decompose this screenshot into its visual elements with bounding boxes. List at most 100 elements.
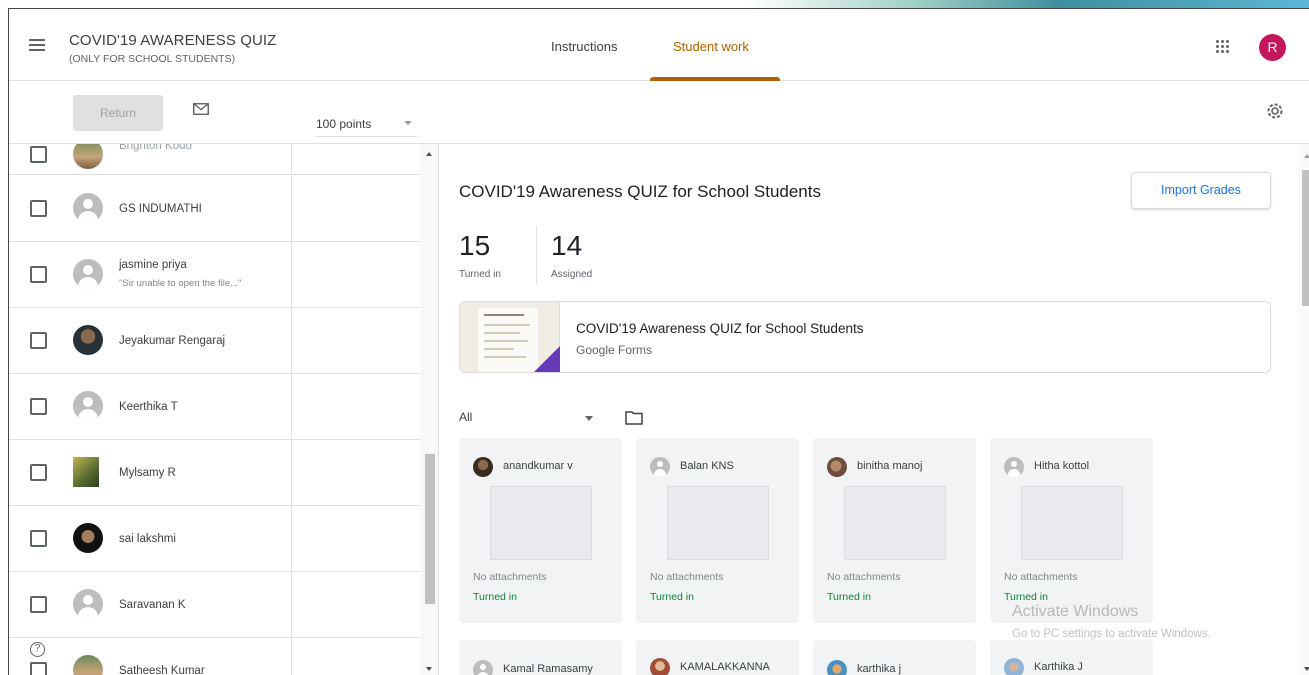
desktop-background-strip bbox=[749, 0, 1309, 8]
submission-thumbnail bbox=[490, 486, 592, 560]
column-divider bbox=[291, 572, 292, 637]
attachment-note: No attachments bbox=[473, 571, 547, 583]
student-checkbox[interactable] bbox=[30, 146, 47, 163]
student-name[interactable]: Brighton Kodo bbox=[119, 144, 192, 152]
scroll-down-icon[interactable] bbox=[426, 667, 432, 671]
classroom-window: COVID'19 AWARENESS QUIZ (ONLY FOR SCHOOL… bbox=[8, 8, 1309, 675]
list-item[interactable]: Mylsamy R bbox=[9, 440, 421, 506]
scroll-down-icon[interactable] bbox=[1304, 667, 1309, 671]
card-student-name: anandkumar v bbox=[503, 460, 573, 472]
submission-thumbnail bbox=[667, 486, 769, 560]
help-icon[interactable]: ? bbox=[30, 642, 45, 657]
avatar bbox=[473, 660, 493, 675]
avatar bbox=[73, 589, 103, 619]
apps-grid-icon[interactable] bbox=[1216, 40, 1230, 54]
status-badge: Turned in bbox=[827, 591, 871, 603]
submission-filter[interactable]: All bbox=[459, 410, 472, 424]
turned-in-label: Turned in bbox=[459, 269, 501, 280]
import-grades-button[interactable]: Import Grades bbox=[1131, 172, 1271, 209]
student-name[interactable]: Jeyakumar Rengaraj bbox=[119, 335, 225, 347]
student-checkbox[interactable] bbox=[30, 464, 47, 481]
points-select-underline bbox=[316, 136, 417, 137]
student-checkbox[interactable] bbox=[30, 332, 47, 349]
class-title: COVID'19 AWARENESS QUIZ bbox=[69, 32, 277, 49]
avatar bbox=[473, 457, 493, 477]
column-divider bbox=[291, 308, 292, 373]
account-avatar[interactable]: R bbox=[1259, 34, 1286, 61]
list-item[interactable]: Keerthika T bbox=[9, 374, 421, 440]
student-checkbox[interactable] bbox=[30, 398, 47, 415]
submission-card[interactable]: karthika j bbox=[813, 640, 976, 675]
student-name[interactable]: Mylsamy R bbox=[119, 467, 176, 479]
avatar bbox=[827, 660, 847, 675]
attachment-type: Google Forms bbox=[576, 343, 653, 357]
return-button[interactable]: Return bbox=[73, 95, 163, 131]
tab-instructions[interactable]: Instructions bbox=[551, 39, 617, 54]
column-divider bbox=[291, 440, 292, 505]
list-item[interactable]: Satheesh Kumar bbox=[9, 638, 421, 675]
attachment-note: No attachments bbox=[827, 571, 901, 583]
list-item[interactable]: Saravanan K bbox=[9, 572, 421, 638]
screen: COVID'19 AWARENESS QUIZ (ONLY FOR SCHOOL… bbox=[0, 0, 1309, 675]
submission-card[interactable]: Kamal Ramasamy bbox=[459, 640, 622, 675]
scroll-up-icon[interactable] bbox=[426, 152, 432, 156]
student-checkbox[interactable] bbox=[30, 200, 47, 217]
student-name[interactable]: Satheesh Kumar bbox=[119, 665, 205, 675]
dropdown-arrow-icon[interactable] bbox=[404, 121, 412, 125]
attachment-note: No attachments bbox=[1004, 571, 1078, 583]
submission-card[interactable]: Hitha kottol No attachments Turned in bbox=[990, 438, 1153, 623]
hamburger-menu-icon[interactable] bbox=[29, 39, 45, 51]
activate-windows-watermark-title: Activate Windows bbox=[1012, 603, 1139, 620]
folder-icon[interactable] bbox=[625, 410, 643, 425]
student-checkbox[interactable] bbox=[30, 266, 47, 283]
student-checkbox[interactable] bbox=[30, 662, 47, 675]
student-name[interactable]: sai lakshmi bbox=[119, 533, 176, 545]
scrollbar-thumb[interactable] bbox=[425, 454, 435, 604]
student-name[interactable]: jasmine priya bbox=[119, 259, 187, 271]
column-divider bbox=[291, 374, 292, 439]
card-student-name: binitha manoj bbox=[857, 460, 923, 472]
card-student-name: KAMALAKKANNA bbox=[680, 661, 770, 673]
column-divider bbox=[291, 506, 292, 571]
activate-windows-watermark-text: Go to PC settings to activate Windows. bbox=[1012, 628, 1211, 640]
list-item[interactable]: Jeyakumar Rengaraj bbox=[9, 308, 421, 374]
avatar bbox=[73, 259, 103, 289]
list-item[interactable]: jasmine priya "Sir unable to open the fi… bbox=[9, 242, 421, 308]
document-preview bbox=[478, 308, 538, 372]
student-name[interactable]: Keerthika T bbox=[119, 401, 178, 413]
column-divider bbox=[291, 144, 292, 174]
submission-thumbnail bbox=[1021, 486, 1123, 560]
avatar bbox=[650, 658, 670, 675]
scrollbar-thumb[interactable] bbox=[1302, 170, 1309, 306]
student-list: Brighton Kodo GS INDUMATHI jasmine priya… bbox=[9, 144, 439, 675]
list-item[interactable]: sai lakshmi bbox=[9, 506, 421, 572]
google-forms-icon bbox=[532, 346, 560, 372]
avatar bbox=[73, 523, 103, 553]
submission-panel-scrollbar[interactable] bbox=[1298, 144, 1309, 675]
submission-thumbnail bbox=[844, 486, 946, 560]
dropdown-arrow-icon[interactable] bbox=[585, 416, 593, 421]
submission-card[interactable]: binitha manoj No attachments Turned in bbox=[813, 438, 976, 623]
student-name[interactable]: GS INDUMATHI bbox=[119, 203, 202, 215]
points-select[interactable]: 100 points bbox=[316, 117, 371, 131]
student-list-scrollbar[interactable] bbox=[421, 144, 438, 675]
avatar bbox=[73, 655, 103, 675]
submission-card[interactable]: KAMALAKKANNA bbox=[636, 640, 799, 675]
tab-student-work[interactable]: Student work bbox=[673, 39, 749, 54]
mail-icon[interactable] bbox=[193, 103, 209, 115]
attachment-title[interactable]: COVID'19 Awareness QUIZ for School Stude… bbox=[576, 321, 863, 336]
avatar bbox=[1004, 457, 1024, 477]
list-item[interactable]: Brighton Kodo bbox=[9, 144, 421, 175]
student-name[interactable]: Saravanan K bbox=[119, 599, 186, 611]
settings-gear-icon[interactable] bbox=[1265, 101, 1285, 121]
list-item[interactable]: GS INDUMATHI bbox=[9, 176, 421, 242]
attachment-card[interactable]: COVID'19 Awareness QUIZ for School Stude… bbox=[459, 301, 1271, 373]
scroll-up-icon[interactable] bbox=[1304, 154, 1309, 158]
card-student-name: Karthika J bbox=[1034, 661, 1083, 673]
submission-card[interactable]: anandkumar v No attachments Turned in bbox=[459, 438, 622, 623]
submission-card[interactable]: Balan KNS No attachments Turned in bbox=[636, 438, 799, 623]
submission-card[interactable]: Karthika J bbox=[990, 640, 1153, 675]
card-student-name: Hitha kottol bbox=[1034, 460, 1090, 472]
student-checkbox[interactable] bbox=[30, 596, 47, 613]
student-checkbox[interactable] bbox=[30, 530, 47, 547]
